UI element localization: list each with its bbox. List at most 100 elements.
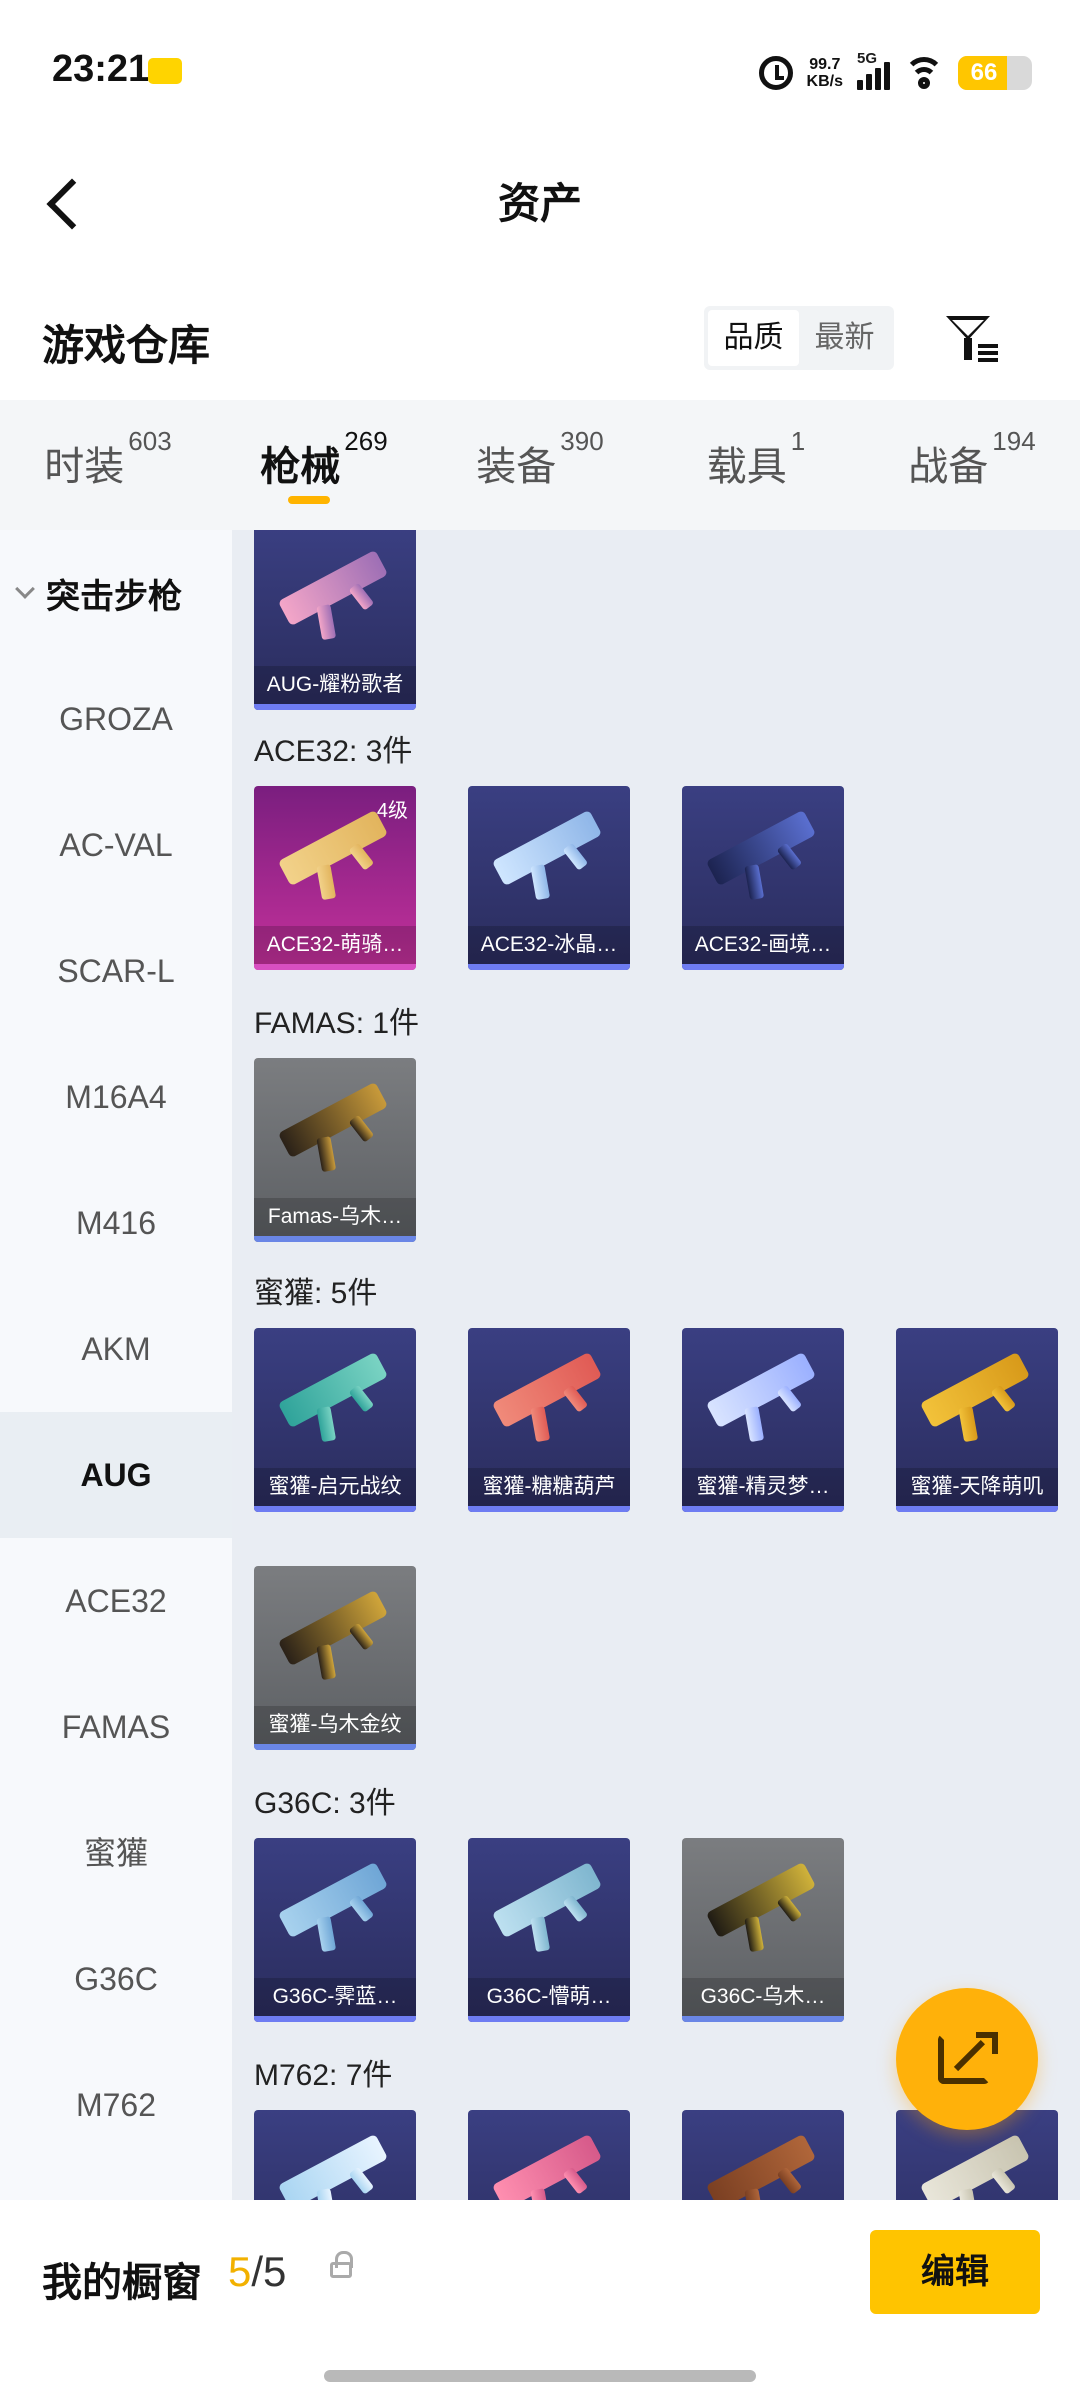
weapon-card-label: 蜜獾-精灵梦… <box>682 1468 844 1506</box>
group-title-famas: FAMAS: 1件 <box>254 1007 420 1040</box>
chevron-down-icon <box>15 579 35 599</box>
weapon-skin-image <box>705 2133 817 2200</box>
weapon-grid: AUG-耀粉歌者 ACE32: 3件 4级 ACE32-萌骑… ACE32-冰晶… <box>232 530 1080 2200</box>
net-speed: 99.7 KB/s <box>806 56 843 90</box>
weapon-card[interactable]: 蜜獾-天降萌叽 <box>896 1328 1058 1512</box>
weapon-skin-image <box>919 2133 1031 2200</box>
sort-toggle: 品质 最新 <box>704 306 894 370</box>
tab-guns[interactable]: 枪械269 <box>216 400 432 530</box>
weapon-card[interactable]: 蜜獾-启元战纹 <box>254 1328 416 1512</box>
status-indicators: 99.7 KB/s 5G 66 <box>758 50 1032 96</box>
side-item-akm[interactable]: AKM <box>0 1286 232 1412</box>
weapon-skin-image <box>491 1351 603 1429</box>
weapon-skin-image <box>705 1861 817 1939</box>
weapon-skin-image <box>277 2133 389 2200</box>
side-item-ace32[interactable]: ACE32 <box>0 1538 232 1664</box>
weapon-card[interactable]: ACE32-冰晶… <box>468 786 630 970</box>
tab-equipment[interactable]: 装备390 <box>432 400 648 530</box>
lock-icon <box>330 2251 353 2278</box>
signal-icon: 5G <box>857 50 890 90</box>
weapon-card-label: ACE32-萌骑… <box>254 926 416 964</box>
side-item-m16a4[interactable]: M16A4 <box>0 1034 232 1160</box>
weapon-card[interactable]: 4级 ACE32-萌骑… <box>254 786 416 970</box>
bottom-bar: 我的橱窗 5/5 编辑 <box>0 2200 1080 2400</box>
weapon-card-label: 蜜獾-糖糖葫芦 <box>468 1468 630 1506</box>
weapon-skin-image <box>705 809 817 887</box>
weapon-skin-image <box>277 809 389 887</box>
side-item-aug[interactable]: AUG <box>0 1412 232 1538</box>
edit-button[interactable]: 编辑 <box>870 2230 1040 2314</box>
weapon-card-label: G36C-懵萌… <box>468 1978 630 2016</box>
home-indicator[interactable] <box>324 2370 756 2382</box>
weapon-side-nav: 突击步枪 GROZA AC-VAL SCAR-L M16A4 M416 AKM … <box>0 530 232 2200</box>
weapon-card[interactable]: ACE32-画境… <box>682 786 844 970</box>
weapon-card[interactable]: 蜜獾-糖糖葫芦 <box>468 1328 630 1512</box>
weapon-card[interactable]: 蜜獾-乌木金纹 <box>254 1566 416 1750</box>
side-item-ac-val[interactable]: AC-VAL <box>0 782 232 908</box>
page-title: 资产 <box>497 180 582 227</box>
tab-supplies[interactable]: 战备194 <box>864 400 1080 530</box>
weapon-card-label: 蜜獾-启元战纹 <box>254 1468 416 1506</box>
network-type: 5G <box>857 50 878 67</box>
side-category-assault-rifles[interactable]: 突击步枪 <box>0 530 232 656</box>
group-title-honey-badger: 蜜獾: 5件 <box>254 1277 378 1310</box>
filter-icon[interactable] <box>940 310 1000 366</box>
side-item-m416[interactable]: M416 <box>0 1160 232 1286</box>
showcase-count: 5/5 <box>228 2248 287 2295</box>
weapon-card[interactable] <box>468 2110 630 2200</box>
weapon-level-badge: 4级 <box>376 800 408 822</box>
status-time: 23:21 <box>52 48 150 90</box>
weapon-skin-image <box>277 1589 389 1667</box>
group-title-m762: M762: 7件 <box>254 2059 393 2092</box>
weapon-card[interactable]: 蜜獾-精灵梦… <box>682 1328 844 1512</box>
category-tabs: 时装603 枪械269 装备390 载具1 战备194 <box>0 400 1080 530</box>
battery-text: 66 <box>970 59 998 86</box>
weapon-card-label: 蜜獾-乌木金纹 <box>254 1706 416 1744</box>
group-title-ace32: ACE32: 3件 <box>254 735 413 768</box>
tab-underline <box>288 496 330 504</box>
side-item-g36c[interactable]: G36C <box>0 1916 232 2042</box>
weapon-card-label: Famas-乌木… <box>254 1198 416 1236</box>
weapon-card[interactable] <box>254 2110 416 2200</box>
tab-vehicles[interactable]: 载具1 <box>648 400 864 530</box>
weapon-card-label: ACE32-冰晶… <box>468 926 630 964</box>
sort-quality-button[interactable]: 品质 <box>708 310 799 366</box>
side-item-m762[interactable]: M762 <box>0 2042 232 2168</box>
battery-icon: 66 <box>958 56 1032 90</box>
weapon-card-label: 蜜獾-天降萌叽 <box>896 1468 1058 1506</box>
alarm-icon <box>758 56 793 90</box>
weapon-card-label: ACE32-画境… <box>682 926 844 964</box>
weapon-card[interactable] <box>682 2110 844 2200</box>
weapon-skin-image <box>277 1351 389 1429</box>
weapon-card[interactable]: Famas-乌木… <box>254 1058 416 1242</box>
weapon-card[interactable]: G36C-懵萌… <box>468 1838 630 2022</box>
weapon-skin-image <box>277 549 389 627</box>
notification-pill-icon <box>148 58 182 84</box>
weapon-skin-image <box>277 1081 389 1159</box>
weapon-skin-image <box>491 2133 603 2200</box>
weapon-card[interactable]: AUG-耀粉歌者 <box>254 530 416 710</box>
side-item-famas[interactable]: FAMAS <box>0 1664 232 1790</box>
weapon-card[interactable]: G36C-乌木… <box>682 1838 844 2022</box>
weapon-card-label: G36C-霁蓝… <box>254 1978 416 2016</box>
warehouse-title: 游戏仓库 <box>42 322 211 369</box>
status-bar: 23:21 99.7 KB/s 5G 66 <box>0 0 1080 140</box>
weapon-skin-image <box>491 809 603 887</box>
weapon-skin-image <box>919 1351 1031 1429</box>
weapon-card[interactable]: G36C-霁蓝… <box>254 1838 416 2022</box>
weapon-skin-image <box>491 1861 603 1939</box>
header: 资产 <box>0 140 1080 290</box>
weapon-card-label: G36C-乌木… <box>682 1978 844 2016</box>
wifi-icon <box>904 57 944 89</box>
share-button[interactable] <box>896 1988 1038 2130</box>
weapon-skin-image <box>705 1351 817 1429</box>
showcase-label: 我的橱窗 <box>42 2261 202 2305</box>
sort-newest-button[interactable]: 最新 <box>799 310 890 366</box>
weapon-skin-image <box>277 1861 389 1939</box>
weapon-card-label: AUG-耀粉歌者 <box>254 666 416 704</box>
group-title-g36c: G36C: 3件 <box>254 1787 396 1820</box>
tab-fashion[interactable]: 时装603 <box>0 400 216 530</box>
side-item-scar-l[interactable]: SCAR-L <box>0 908 232 1034</box>
side-item-groza[interactable]: GROZA <box>0 656 232 782</box>
side-item-honey-badger[interactable]: 蜜獾 <box>0 1790 232 1916</box>
